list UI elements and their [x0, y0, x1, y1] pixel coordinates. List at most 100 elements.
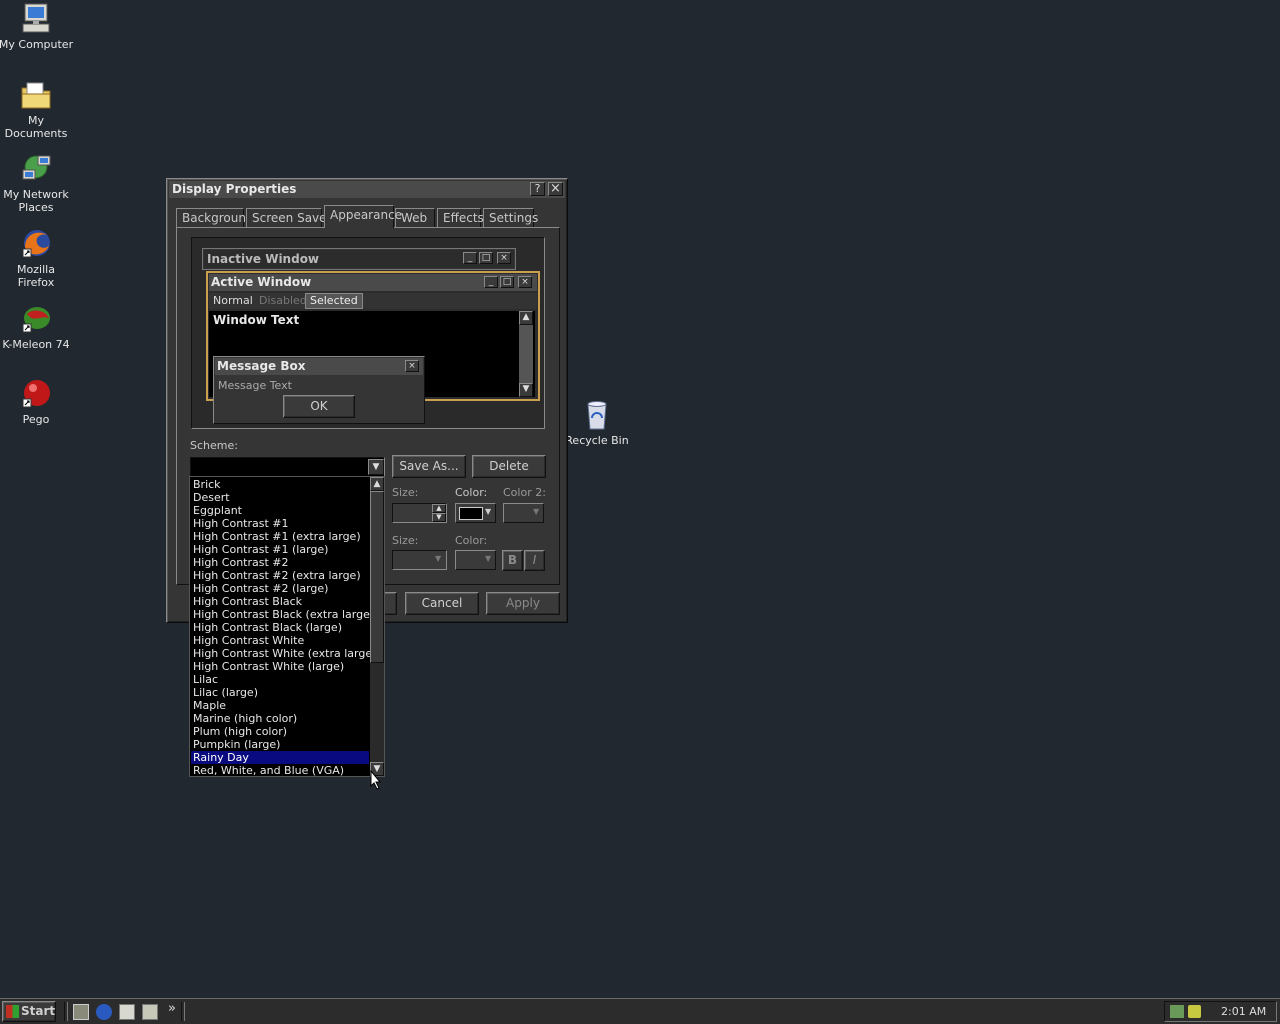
spinner-down-icon[interactable]: ▼ — [432, 513, 446, 522]
network-icon — [22, 155, 51, 180]
preview-menu-bar: Normal Disabled Selected — [209, 293, 537, 309]
item-size-label: Size: — [392, 486, 419, 499]
tab-strip: Background Screen Saver Appearance Web E… — [176, 205, 561, 228]
desktop-icon-recycle-bin[interactable]: Recycle Bin — [559, 398, 635, 447]
quicklaunch-search-icon[interactable] — [142, 1004, 158, 1020]
appearance-preview: Inactive Window _ □ × Active Window _ □ … — [191, 237, 545, 429]
desktop-icon-label: Mozilla Firefox — [17, 263, 55, 289]
italic-button[interactable]: I — [524, 550, 545, 571]
desktop-icon-my-network-places[interactable]: My Network Places — [0, 152, 74, 214]
font-color-label: Color: — [455, 534, 488, 547]
scheme-option[interactable]: Plum (high color) — [191, 725, 369, 738]
quicklaunch-ie-icon[interactable] — [96, 1004, 112, 1020]
desktop-icon-label: My Computer — [0, 38, 74, 51]
scheme-option[interactable]: High Contrast #1 (large) — [191, 543, 369, 556]
tray-clock[interactable]: 2:01 AM — [1221, 1005, 1266, 1018]
font-size-label: Size: — [392, 534, 419, 547]
scheme-option[interactable]: High Contrast #2 (large) — [191, 582, 369, 595]
close-icon: × — [550, 181, 561, 196]
preview-msgbox-title: Message Box — [217, 359, 306, 373]
scheme-option[interactable]: Pumpkin (large) — [191, 738, 369, 751]
scheme-option[interactable]: Rainy Day — [191, 751, 369, 764]
tab-screen-saver[interactable]: Screen Saver — [246, 208, 331, 228]
desktop-icon-my-computer[interactable]: My Computer — [0, 2, 74, 51]
k-meleon-icon — [22, 307, 50, 333]
preview-msgbox-close-icon: × — [405, 360, 419, 372]
scroll-thumb[interactable] — [370, 491, 384, 663]
preview-scroll-up-icon: ▲ — [519, 311, 533, 325]
font-size-combobox[interactable]: ▼ — [392, 550, 447, 570]
save-as-button[interactable]: Save As... — [392, 455, 466, 478]
preview-inactive-title: Inactive Window — [207, 252, 320, 266]
scroll-up-button[interactable]: ▲ — [370, 477, 384, 491]
scheme-option[interactable]: Brick — [191, 478, 369, 491]
quicklaunch-explorer-icon[interactable] — [119, 1004, 135, 1020]
tab-background[interactable]: Background — [176, 208, 254, 228]
spinner-up-icon[interactable]: ▲ — [432, 504, 446, 513]
scheme-option[interactable]: Eggplant — [191, 504, 369, 517]
cancel-button[interactable]: Cancel — [405, 592, 479, 615]
pego-icon — [22, 380, 50, 408]
preview-msgbox-ok-button: OK — [283, 395, 355, 418]
scheme-option[interactable]: High Contrast #1 (extra large) — [191, 530, 369, 543]
scheme-combobox[interactable]: ▼ — [190, 457, 385, 477]
scheme-option[interactable]: High Contrast White (extra large) — [191, 647, 376, 660]
quicklaunch-chevron[interactable]: » — [168, 1001, 176, 1016]
dropdown-scrollbar[interactable]: ▲ ▼ — [370, 477, 384, 776]
mouse-cursor-icon — [370, 770, 382, 790]
tray-volume-icon[interactable] — [1188, 1005, 1201, 1018]
chevron-down-icon: ▼ — [485, 507, 492, 516]
preview-scrollbar: ▲ ▼ — [519, 311, 533, 397]
scheme-option[interactable]: High Contrast Black (extra large) — [191, 608, 374, 621]
scheme-label: Scheme: — [190, 439, 238, 452]
scheme-option[interactable]: Maple — [191, 699, 369, 712]
scheme-option[interactable]: High Contrast Black (large) — [191, 621, 369, 634]
scheme-option[interactable]: High Contrast White (large) — [191, 660, 369, 673]
scheme-option[interactable]: High Contrast White — [191, 634, 369, 647]
desktop-icon-label: K-Meleon 74 — [2, 338, 70, 351]
item-color2-label: Color 2: — [503, 486, 546, 499]
computer-icon — [22, 3, 50, 33]
item-color2-picker[interactable]: ▼ — [503, 503, 544, 523]
item-color-picker[interactable]: ▼ — [455, 503, 496, 523]
tray-network-icon[interactable] — [1170, 1005, 1184, 1018]
item-size-spinner[interactable]: ▲ ▼ — [392, 503, 447, 523]
font-color-picker[interactable]: ▼ — [455, 550, 496, 570]
preview-active-maximize-icon: □ — [500, 276, 514, 288]
tab-appearance[interactable]: Appearance — [324, 205, 402, 228]
desktop-icon-pego[interactable]: Pego — [0, 377, 74, 426]
scheme-option[interactable]: Desert — [191, 491, 369, 504]
help-button[interactable]: ? — [530, 182, 545, 196]
preview-window-text: Window Text — [213, 313, 300, 327]
scheme-option[interactable]: Marine (high color) — [191, 712, 369, 725]
desktop-icon-k-meleon[interactable]: K-Meleon 74 — [0, 302, 74, 351]
scheme-option[interactable]: High Contrast #1 — [191, 517, 369, 530]
taskbar: Start » 2:01 AM — [0, 998, 1280, 1024]
preview-maximize-icon: □ — [479, 252, 493, 264]
scheme-option[interactable]: Lilac (large) — [191, 686, 369, 699]
firefox-icon — [22, 230, 50, 258]
scheme-dropdown-list[interactable]: Brick Desert Eggplant High Contrast #1 High … — [189, 476, 385, 777]
tab-effects[interactable]: Effects — [437, 208, 484, 228]
scheme-dropdown-button[interactable]: ▼ — [368, 459, 384, 475]
scheme-option[interactable]: High Contrast #2 — [191, 556, 369, 569]
start-button[interactable]: Start — [2, 1001, 56, 1022]
tab-settings[interactable]: Settings — [483, 208, 538, 228]
scheme-option[interactable]: High Contrast Black — [191, 595, 369, 608]
scheme-option[interactable]: Red, White, and Blue (VGA) — [191, 764, 369, 777]
apply-button[interactable]: Apply — [486, 592, 560, 615]
window-titlebar[interactable]: Display Properties — [169, 181, 565, 198]
close-button[interactable]: × — [548, 182, 563, 196]
bold-button[interactable]: B — [502, 550, 523, 571]
preview-active-close-icon: × — [518, 276, 532, 288]
desktop-icon-my-documents[interactable]: My Documents — [0, 78, 74, 140]
preview-minimize-icon: _ — [463, 252, 477, 264]
chevron-down-icon: ▼ — [435, 554, 442, 563]
delete-button[interactable]: Delete — [472, 455, 546, 478]
quicklaunch-show-desktop-icon[interactable] — [73, 1004, 89, 1020]
desktop-icon-mozilla-firefox[interactable]: Mozilla Firefox — [0, 227, 74, 289]
scheme-option[interactable]: Lilac — [191, 673, 369, 686]
preview-menu-selected: Selected — [305, 293, 363, 309]
scheme-option[interactable]: High Contrast #2 (extra large) — [191, 569, 369, 582]
window-title: Display Properties — [172, 182, 297, 196]
